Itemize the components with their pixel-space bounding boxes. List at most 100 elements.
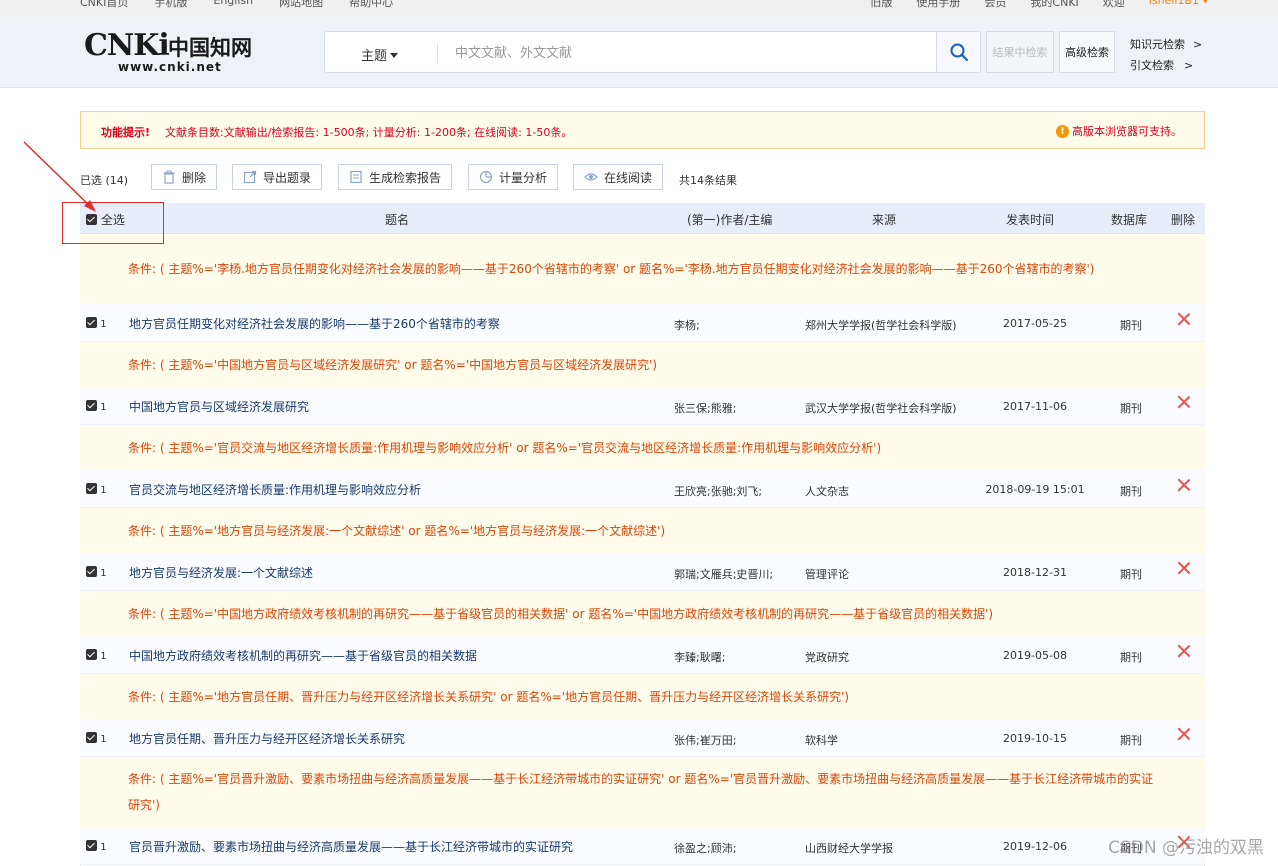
delete-row-icon[interactable] [1177, 312, 1191, 326]
row-author[interactable]: 李杨; [674, 317, 700, 333]
knowledge-search-link[interactable]: 知识元检索 > [1130, 34, 1202, 55]
top-link-member[interactable]: 会员 [984, 0, 1006, 10]
row-database: 期刊 [1120, 402, 1142, 415]
select-all-checkbox[interactable]: 全选 [86, 211, 125, 228]
row-date: 2017-11-06 [1003, 400, 1067, 413]
eye-icon [584, 173, 598, 181]
selected-count: 已选 (14) [80, 174, 129, 187]
export-button[interactable]: 导出题录 [232, 164, 323, 190]
row-source[interactable]: 武汉大学学报(哲学社会科学版) [805, 400, 957, 416]
row-source[interactable]: 人文杂志 [805, 483, 849, 499]
cnki-logo[interactable]: CNKi 中国知网 www.cnki.net [84, 28, 254, 74]
col-title: 题名 [385, 213, 410, 227]
col-database: 数据库 [1111, 213, 1148, 227]
search-input[interactable] [455, 40, 925, 66]
delete-row-icon[interactable] [1177, 727, 1191, 741]
checkbox-checked-icon [86, 566, 97, 577]
row-title-link[interactable]: 地方官员任期、晋升压力与经开区经济增长关系研究 [129, 730, 405, 747]
row-title-link[interactable]: 中国地方官员与区域经济发展研究 [129, 398, 309, 415]
table-row[interactable]: 1 地方官员与经济发展:一个文献综述 郭瑞;文雁兵;史晋川; 管理评论 2018… [80, 553, 1205, 591]
checkbox-checked-icon [86, 317, 97, 328]
chevron-right-icon: > [1193, 38, 1203, 51]
top-link-sitemap[interactable]: 网站地图 [279, 0, 323, 10]
notice-text: 文献条目数:文献输出/检索报告: 1-500条; 计量分析: 1-200条; 在… [165, 126, 573, 139]
row-checkbox[interactable]: 1 [86, 840, 107, 853]
top-link-help[interactable]: 帮助中心 [349, 0, 393, 10]
row-author[interactable]: 张伟;崔万田; [674, 732, 736, 748]
top-link-my-cnki[interactable]: 我的CNKI [1030, 0, 1078, 10]
row-author[interactable]: 徐盈之;顾沛; [674, 840, 736, 856]
table-row[interactable]: 1 地方官员任期、晋升压力与经开区经济增长关系研究 张伟;崔万田; 软科学 20… [80, 719, 1205, 757]
user-menu[interactable]: ishell1B1 ▾ [1149, 0, 1208, 10]
table-row[interactable]: 1 中国地方官员与区域经济发展研究 张三保;熊雅; 武汉大学学报(哲学社会科学版… [80, 387, 1205, 425]
row-date: 2018-09-19 15:01 [985, 483, 1085, 496]
result-total: 共14条结果 [679, 174, 737, 187]
row-date: 2017-05-25 [1003, 317, 1067, 330]
condition-row: 条件: ( 主题%='中国地方政府绩效考核机制的再研究——基于省级官员的相关数据… [80, 591, 1205, 636]
checkbox-checked-icon [86, 483, 97, 494]
top-link-home[interactable]: CNKI首页 [80, 0, 128, 10]
row-checkbox[interactable]: 1 [86, 566, 107, 579]
row-title-link[interactable]: 官员晋升激励、要素市场扭曲与经济高质量发展——基于长江经济带城市的实证研究 [129, 838, 573, 855]
row-source[interactable]: 管理评论 [805, 566, 849, 582]
delete-row-icon[interactable] [1177, 395, 1191, 409]
chevron-down-icon [390, 53, 399, 58]
table-row[interactable]: 1 地方官员任期变化对经济社会发展的影响——基于260个省辖市的考察 李杨; 郑… [80, 304, 1205, 342]
row-source[interactable]: 党政研究 [805, 649, 849, 665]
analysis-button[interactable]: 计量分析 [468, 164, 559, 190]
delete-row-icon[interactable] [1177, 561, 1191, 575]
col-date: 发表时间 [1006, 213, 1055, 227]
row-checkbox[interactable]: 1 [86, 483, 107, 496]
row-title-link[interactable]: 地方官员任期变化对经济社会发展的影响——基于260个省辖市的考察 [129, 315, 500, 332]
condition-row: 条件: ( 主题%='中国地方官员与区域经济发展研究' or 题名%='中国地方… [80, 342, 1205, 387]
row-author[interactable]: 王欣亮;张驰;刘飞; [674, 483, 762, 499]
result-rows: 条件: ( 主题%='李杨.地方官员任期变化对经济社会发展的影响——基于260个… [80, 234, 1205, 865]
top-link-mobile[interactable]: 手机版 [154, 0, 187, 10]
header: CNKi 中国知网 www.cnki.net 主题 结果中检索 高级检索 知识元… [0, 18, 1278, 88]
top-link-manual[interactable]: 使用手册 [916, 0, 960, 10]
result-search-button[interactable]: 结果中检索 [986, 31, 1054, 73]
table-row[interactable]: 1 官员交流与地区经济增长质量:作用机理与影响效应分析 王欣亮;张驰;刘飞; 人… [80, 470, 1205, 508]
row-database: 期刊 [1120, 651, 1142, 664]
row-author[interactable]: 李臻;耿曙; [674, 649, 725, 665]
row-checkbox[interactable]: 1 [86, 649, 107, 662]
delete-row-icon[interactable] [1177, 478, 1191, 492]
row-title-link[interactable]: 中国地方政府绩效考核机制的再研究——基于省级官员的相关数据 [129, 647, 477, 664]
trash-icon [163, 170, 175, 184]
row-checkbox[interactable]: 1 [86, 317, 107, 330]
export-icon [243, 170, 257, 184]
citation-search-link[interactable]: 引文检索 > [1130, 55, 1202, 76]
table-row[interactable]: 1 中国地方政府绩效考核机制的再研究——基于省级官员的相关数据 李臻;耿曙; 党… [80, 636, 1205, 674]
row-source[interactable]: 软科学 [805, 732, 838, 748]
report-icon [350, 170, 362, 184]
browser-notice: ! 高版本浏览器可支持。 [1056, 123, 1182, 139]
row-checkbox[interactable]: 1 [86, 400, 107, 413]
delete-button[interactable]: 删除 [151, 164, 218, 190]
row-database: 期刊 [1120, 734, 1142, 747]
top-link-english[interactable]: English [213, 0, 253, 10]
top-link-old-version[interactable]: 旧版 [870, 0, 892, 10]
generate-report-button[interactable]: 生成检索报告 [338, 164, 453, 190]
chevron-right-icon: > [1184, 59, 1194, 72]
row-date: 2019-10-15 [1003, 732, 1067, 745]
row-title-link[interactable]: 地方官员与经济发展:一个文献综述 [129, 564, 313, 581]
search-button[interactable] [936, 32, 980, 72]
row-source[interactable]: 郑州大学学报(哲学社会科学版) [805, 317, 957, 333]
advanced-search-button[interactable]: 高级检索 [1059, 31, 1115, 73]
online-read-button[interactable]: 在线阅读 [573, 164, 664, 190]
warning-icon: ! [1056, 124, 1069, 138]
row-database: 期刊 [1120, 485, 1142, 498]
row-database: 期刊 [1120, 319, 1142, 332]
condition-row: 条件: ( 主题%='地方官员与经济发展:一个文献综述' or 题名%='地方官… [80, 508, 1205, 553]
search-field-select[interactable]: 主题 [361, 45, 399, 64]
table-row[interactable]: 1 官员晋升激励、要素市场扭曲与经济高质量发展——基于长江经济带城市的实证研究 … [80, 827, 1205, 865]
row-checkbox[interactable]: 1 [86, 732, 107, 745]
row-author[interactable]: 郭瑞;文雁兵;史晋川; [674, 566, 773, 582]
row-date: 2019-05-08 [1003, 649, 1067, 662]
row-source[interactable]: 山西财经大学学报 [805, 840, 893, 856]
delete-row-icon[interactable] [1177, 644, 1191, 658]
checkbox-checked-icon [86, 400, 97, 411]
search-field-label: 主题 [361, 49, 388, 64]
row-title-link[interactable]: 官员交流与地区经济增长质量:作用机理与影响效应分析 [129, 481, 421, 498]
row-author[interactable]: 张三保;熊雅; [674, 400, 736, 416]
